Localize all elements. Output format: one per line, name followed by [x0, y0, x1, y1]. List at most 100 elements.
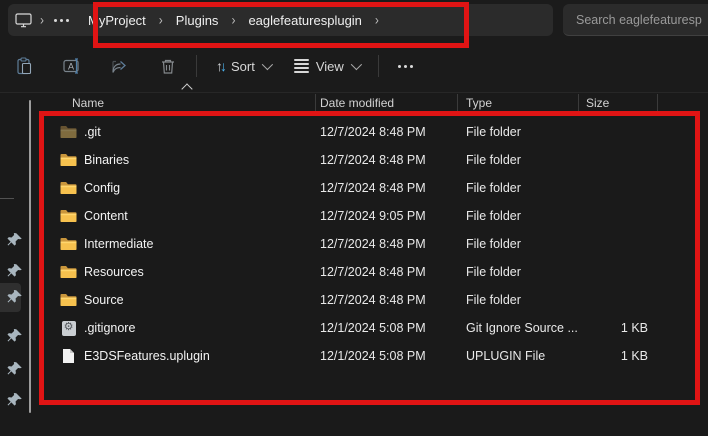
- folder-icon: [60, 293, 77, 307]
- sort-icon: ↑↓: [216, 58, 224, 74]
- gitignore-file-icon: ⚙: [62, 321, 76, 336]
- sort-button[interactable]: ↑↓ Sort: [207, 48, 279, 84]
- see-more-button[interactable]: [389, 48, 423, 84]
- file-size: 1 KB: [578, 321, 657, 335]
- file-name[interactable]: Resources: [84, 265, 144, 279]
- folder-icon: [60, 292, 77, 308]
- chevron-right-icon[interactable]: ›: [229, 12, 237, 28]
- rename-icon: A: [63, 58, 82, 74]
- toolbar-separator: [378, 55, 379, 77]
- nav-pane-divider: [0, 198, 14, 199]
- folder-dim-icon: [60, 124, 77, 140]
- folder-icon: [60, 208, 77, 224]
- column-divider[interactable]: [457, 94, 458, 111]
- file-name[interactable]: Intermediate: [84, 237, 153, 251]
- document-icon: [62, 348, 75, 364]
- folder-icon: [60, 237, 77, 251]
- column-divider[interactable]: [578, 94, 579, 111]
- pin-icon[interactable]: [7, 263, 24, 280]
- column-header-type[interactable]: Type: [466, 96, 492, 110]
- file-list: .git 12/7/2024 8:48 PM File folder Binar…: [40, 118, 708, 370]
- gear-file-icon: ⚙: [60, 320, 77, 336]
- view-button[interactable]: View: [285, 48, 368, 84]
- file-date-modified: 12/7/2024 8:48 PM: [315, 153, 457, 167]
- column-header-size[interactable]: Size: [586, 96, 609, 110]
- more-icon: [390, 65, 421, 68]
- pin-icon[interactable]: [7, 289, 24, 306]
- file-date-modified: 12/1/2024 5:08 PM: [315, 321, 457, 335]
- chevron-down-icon: [351, 59, 362, 70]
- file-type: File folder: [457, 181, 578, 195]
- view-label: View: [316, 59, 344, 74]
- folder-icon: [60, 265, 77, 279]
- paste-button[interactable]: [6, 48, 42, 84]
- folder-icon: [60, 153, 77, 167]
- file-date-modified: 12/7/2024 8:48 PM: [315, 293, 457, 307]
- file-type: UPLUGIN File: [457, 349, 578, 363]
- file-name[interactable]: Config: [84, 181, 120, 195]
- nav-pane-scrollbar[interactable]: [29, 100, 31, 413]
- collapsed-path-button[interactable]: [46, 6, 77, 34]
- pin-icon[interactable]: [7, 361, 24, 378]
- breadcrumb-item[interactable]: Plugins: [165, 6, 230, 34]
- file-row[interactable]: ⚙ .gitignore 12/1/2024 5:08 PM Git Ignor…: [40, 314, 708, 342]
- file-date-modified: 12/7/2024 9:05 PM: [315, 209, 457, 223]
- file-name[interactable]: Content: [84, 209, 128, 223]
- file-type: File folder: [457, 237, 578, 251]
- file-name[interactable]: Source: [84, 293, 124, 307]
- breadcrumb-item[interactable]: eaglefeaturesplugin: [237, 6, 372, 34]
- column-header-date-modified[interactable]: Date modified: [320, 96, 394, 110]
- file-row[interactable]: Intermediate 12/7/2024 8:48 PM File fold…: [40, 230, 708, 258]
- rename-button[interactable]: A: [54, 48, 90, 84]
- ellipsis-icon: [46, 19, 77, 22]
- pin-icon[interactable]: [7, 328, 24, 345]
- folder-icon: [60, 180, 77, 196]
- file-name[interactable]: E3DSFeatures.uplugin: [84, 349, 210, 363]
- folder-icon: [60, 236, 77, 252]
- chevron-right-icon[interactable]: ›: [157, 12, 165, 28]
- file-date-modified: 12/7/2024 8:48 PM: [315, 237, 457, 251]
- paste-icon: [16, 57, 33, 75]
- file-row[interactable]: Source 12/7/2024 8:48 PM File folder: [40, 286, 708, 314]
- folder-icon: [60, 264, 77, 280]
- column-header-row: Name Date modified Type Size: [40, 92, 708, 114]
- pin-icon[interactable]: [7, 392, 24, 409]
- file-type: File folder: [457, 265, 578, 279]
- file-type: Git Ignore Source ...: [457, 321, 578, 335]
- chevron-down-icon: [262, 59, 273, 70]
- folder-icon: [60, 209, 77, 223]
- file-name[interactable]: .git: [84, 125, 101, 139]
- file-row[interactable]: Content 12/7/2024 9:05 PM File folder: [40, 202, 708, 230]
- file-row[interactable]: .git 12/7/2024 8:48 PM File folder: [40, 118, 708, 146]
- file-row[interactable]: Config 12/7/2024 8:48 PM File folder: [40, 174, 708, 202]
- file-row[interactable]: E3DSFeatures.uplugin 12/1/2024 5:08 PM U…: [40, 342, 708, 370]
- view-icon: [294, 59, 309, 73]
- file-row[interactable]: Binaries 12/7/2024 8:48 PM File folder: [40, 146, 708, 174]
- delete-button[interactable]: [150, 48, 186, 84]
- file-name[interactable]: .gitignore: [84, 321, 135, 335]
- file-date-modified: 12/7/2024 8:48 PM: [315, 265, 457, 279]
- file-type: File folder: [457, 209, 578, 223]
- chevron-right-icon[interactable]: ›: [373, 12, 381, 28]
- search-box[interactable]: [563, 4, 708, 36]
- address-bar[interactable]: › MyProject›Plugins›eaglefeaturesplugin›: [8, 4, 553, 36]
- address-toolbar: › MyProject›Plugins›eaglefeaturesplugin›: [0, 0, 708, 40]
- column-divider[interactable]: [315, 94, 316, 111]
- svg-text:A: A: [68, 62, 74, 72]
- this-pc-icon[interactable]: [8, 6, 38, 34]
- folder-icon: [60, 181, 77, 195]
- toolbar-separator: [196, 55, 197, 77]
- column-divider[interactable]: [657, 94, 658, 111]
- column-header-name[interactable]: Name: [72, 96, 104, 110]
- pin-icon[interactable]: [7, 232, 24, 249]
- breadcrumb-item[interactable]: MyProject: [77, 6, 157, 34]
- file-date-modified: 12/1/2024 5:08 PM: [315, 349, 457, 363]
- share-button[interactable]: [102, 48, 138, 84]
- file-icon: [60, 348, 77, 364]
- file-type: File folder: [457, 125, 578, 139]
- search-input[interactable]: [563, 4, 708, 35]
- file-row[interactable]: Resources 12/7/2024 8:48 PM File folder: [40, 258, 708, 286]
- file-name[interactable]: Binaries: [84, 153, 129, 167]
- folder-icon: [60, 125, 77, 139]
- file-type: File folder: [457, 293, 578, 307]
